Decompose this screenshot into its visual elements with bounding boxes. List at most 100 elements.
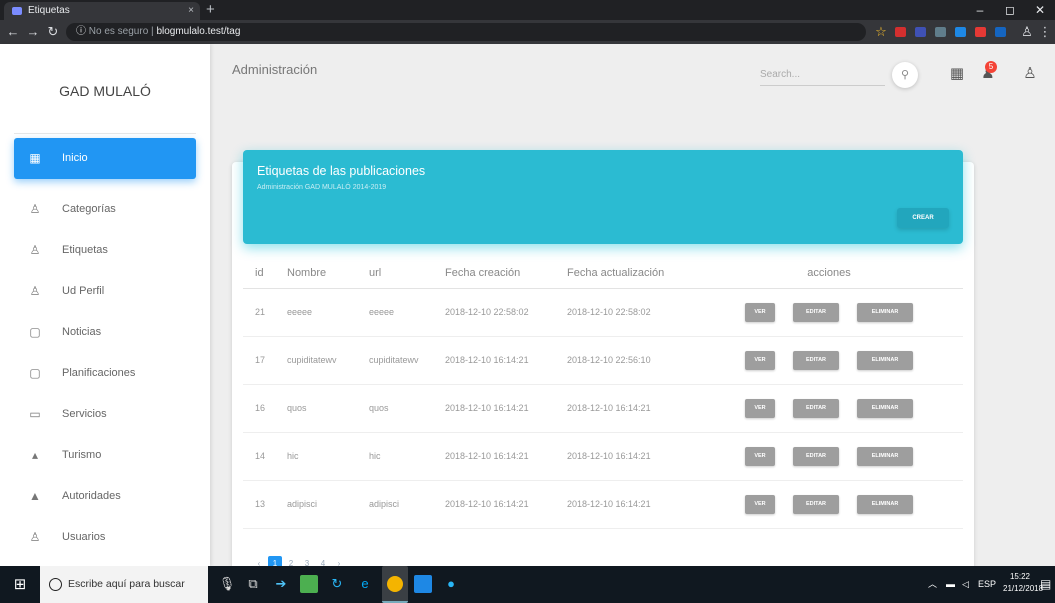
delete-button[interactable]: ELIMINAR xyxy=(857,494,913,514)
cortana-icon xyxy=(49,578,62,591)
extension-icon[interactable] xyxy=(975,27,986,37)
sidebar-item-etiquetas[interactable]: ♙ Etiquetas xyxy=(14,230,196,271)
card-title: Etiquetas de las publicaciones xyxy=(257,164,426,178)
table-row: 13 adipisci adipisci 2018-12-10 16:14:21 201… xyxy=(243,480,963,529)
sidebar-item-planificaciones[interactable]: ▢ Planificaciones xyxy=(14,353,196,394)
tags-table: id Nombre url Fecha creación Fecha actua… xyxy=(243,258,963,529)
sidebar-item-label: Planificaciones xyxy=(62,367,136,379)
sidebar-item-label: Turismo xyxy=(62,449,102,461)
bookmark-star-icon[interactable]: ☆ xyxy=(872,20,890,44)
taskbar-clock[interactable]: 15:22 21/12/2018 xyxy=(1003,571,1043,595)
view-button[interactable]: VER xyxy=(745,398,775,418)
browser-tab[interactable]: Etiquetas × xyxy=(4,2,200,20)
extension-icon[interactable] xyxy=(995,27,1006,37)
back-arrow-icon[interactable]: ← xyxy=(4,20,22,44)
extension-icon[interactable] xyxy=(915,27,926,37)
window-close-button[interactable]: ✕ xyxy=(1025,0,1055,20)
sidebar-item-label: Autoridades xyxy=(62,490,121,502)
sidebar-item-servicios[interactable]: ▭ Servicios xyxy=(14,394,196,435)
sidebar-item-ud-perfil[interactable]: ♙ Ud Perfil xyxy=(14,271,196,312)
building-icon: ▲ xyxy=(29,489,41,503)
cell-acciones: VER EDITAR ELIMINAR xyxy=(695,480,963,529)
view-button[interactable]: VER xyxy=(745,494,775,514)
action-center-icon[interactable]: ▤ xyxy=(1040,566,1051,603)
create-button[interactable]: CREAR xyxy=(897,208,949,228)
security-label: No es seguro xyxy=(88,26,149,37)
extension-icon[interactable] xyxy=(955,27,966,37)
cell-acciones: VER EDITAR ELIMINAR xyxy=(695,384,963,433)
sidebar-item-noticias[interactable]: ▢ Noticias xyxy=(14,312,196,353)
cell-fecha-actualizacion: 2018-12-10 16:14:21 xyxy=(555,432,695,481)
tab-close-icon[interactable]: × xyxy=(188,2,194,20)
network-icon[interactable]: ▬ xyxy=(946,566,955,603)
browser-address-bar: ← → ↻ ⓘ No es seguro | blogmulalo.test/t… xyxy=(0,20,1055,44)
delete-button[interactable]: ELIMINAR xyxy=(857,398,913,418)
green-app-icon[interactable] xyxy=(300,575,318,593)
sidebar-item-categor-as[interactable]: ♙ Categorías xyxy=(14,189,196,230)
cell-url: cupiditatewv xyxy=(357,336,433,385)
shield-app-icon[interactable]: ● xyxy=(442,575,460,593)
volume-icon[interactable]: ◁ xyxy=(962,566,969,603)
sidebar-item-inicio[interactable]: ▦ Inicio xyxy=(14,138,196,179)
apps-grid-icon[interactable]: ▦ xyxy=(947,64,967,84)
header-acciones: acciones xyxy=(695,258,963,289)
windows-taskbar: ⊞ Escribe aquí para buscar 🎙 ⧉ ➔ ↻ e ● ︿… xyxy=(0,566,1055,603)
url-field[interactable]: ⓘ No es seguro | blogmulalo.test/tag xyxy=(66,23,866,41)
edge-browser-icon[interactable]: e xyxy=(356,575,374,593)
brand-logo-text[interactable]: GAD MULALÓ xyxy=(14,44,196,134)
profile-icon[interactable]: ♙ xyxy=(1018,20,1036,44)
window-minimize-button[interactable]: – xyxy=(965,0,995,20)
extension-icon[interactable] xyxy=(895,27,906,37)
microphone-icon[interactable]: 🎙 xyxy=(218,575,236,593)
table-row: 16 quos quos 2018-12-10 16:14:21 2018-12-10 … xyxy=(243,384,963,433)
language-indicator[interactable]: ESP xyxy=(978,566,996,603)
search-input[interactable] xyxy=(760,64,885,86)
sidebar-item-label: Servicios xyxy=(62,408,107,420)
edit-button[interactable]: EDITAR xyxy=(793,446,839,466)
edit-button[interactable]: EDITAR xyxy=(793,350,839,370)
cell-nombre: hic xyxy=(275,432,357,481)
header-nombre[interactable]: Nombre xyxy=(275,258,357,289)
header-fecha-actualizacion[interactable]: Fecha actualización xyxy=(555,258,695,289)
sidebar-item-label: Ud Perfil xyxy=(62,285,105,297)
user-account-icon[interactable]: ♙ xyxy=(1020,64,1040,84)
reload-icon[interactable]: ↻ xyxy=(44,20,62,44)
windows-start-icon[interactable]: ⊞ xyxy=(0,566,40,603)
task-view-icon[interactable]: ⧉ xyxy=(244,575,262,593)
search-icon[interactable]: ⚲ xyxy=(892,62,918,88)
sidebar-item-usuarios[interactable]: ♙ Usuarios xyxy=(14,517,196,558)
forward-arrow-icon[interactable]: → xyxy=(24,20,42,44)
edit-button[interactable]: EDITAR xyxy=(793,494,839,514)
arrow-app-icon[interactable]: ➔ xyxy=(272,575,290,593)
cell-url: eeeee xyxy=(357,288,433,337)
table-row: 14 hic hic 2018-12-10 16:14:21 2018-12-10 16… xyxy=(243,432,963,481)
sidebar-item-turismo[interactable]: ▴ Turismo xyxy=(14,435,196,476)
cell-id: 13 xyxy=(243,480,275,529)
refresh-app-icon[interactable]: ↻ xyxy=(328,575,346,593)
edit-button[interactable]: EDITAR xyxy=(793,398,839,418)
edit-button[interactable]: EDITAR xyxy=(793,302,839,322)
cell-nombre: adipisci xyxy=(275,480,357,529)
header-fecha-creacion[interactable]: Fecha creación xyxy=(433,258,555,289)
calendar-icon: ▢ xyxy=(29,366,41,380)
delete-button[interactable]: ELIMINAR xyxy=(857,446,913,466)
view-button[interactable]: VER xyxy=(745,350,775,370)
cell-id: 21 xyxy=(243,288,275,337)
window-maximize-button[interactable]: ◻ xyxy=(995,0,1025,20)
view-button[interactable]: VER xyxy=(745,302,775,322)
vscode-icon[interactable] xyxy=(414,575,432,593)
header-url[interactable]: url xyxy=(357,258,433,289)
tray-up-arrow-icon[interactable]: ︿ xyxy=(928,566,937,603)
cell-fecha-creacion: 2018-12-10 16:14:21 xyxy=(433,480,555,529)
taskbar-search-field[interactable]: Escribe aquí para buscar xyxy=(40,566,208,603)
new-tab-button[interactable]: + xyxy=(206,1,215,19)
delete-button[interactable]: ELIMINAR xyxy=(857,350,913,370)
sidebar-item-autoridades[interactable]: ▲ Autoridades xyxy=(14,476,196,517)
view-button[interactable]: VER xyxy=(745,446,775,466)
delete-button[interactable]: ELIMINAR xyxy=(857,302,913,322)
tab-favicon-icon xyxy=(12,7,22,15)
chrome-taskbar-icon[interactable] xyxy=(382,566,408,603)
browser-menu-icon[interactable]: ⋮ xyxy=(1036,20,1054,44)
extension-icon[interactable] xyxy=(935,27,946,37)
header-id[interactable]: id xyxy=(243,258,275,289)
